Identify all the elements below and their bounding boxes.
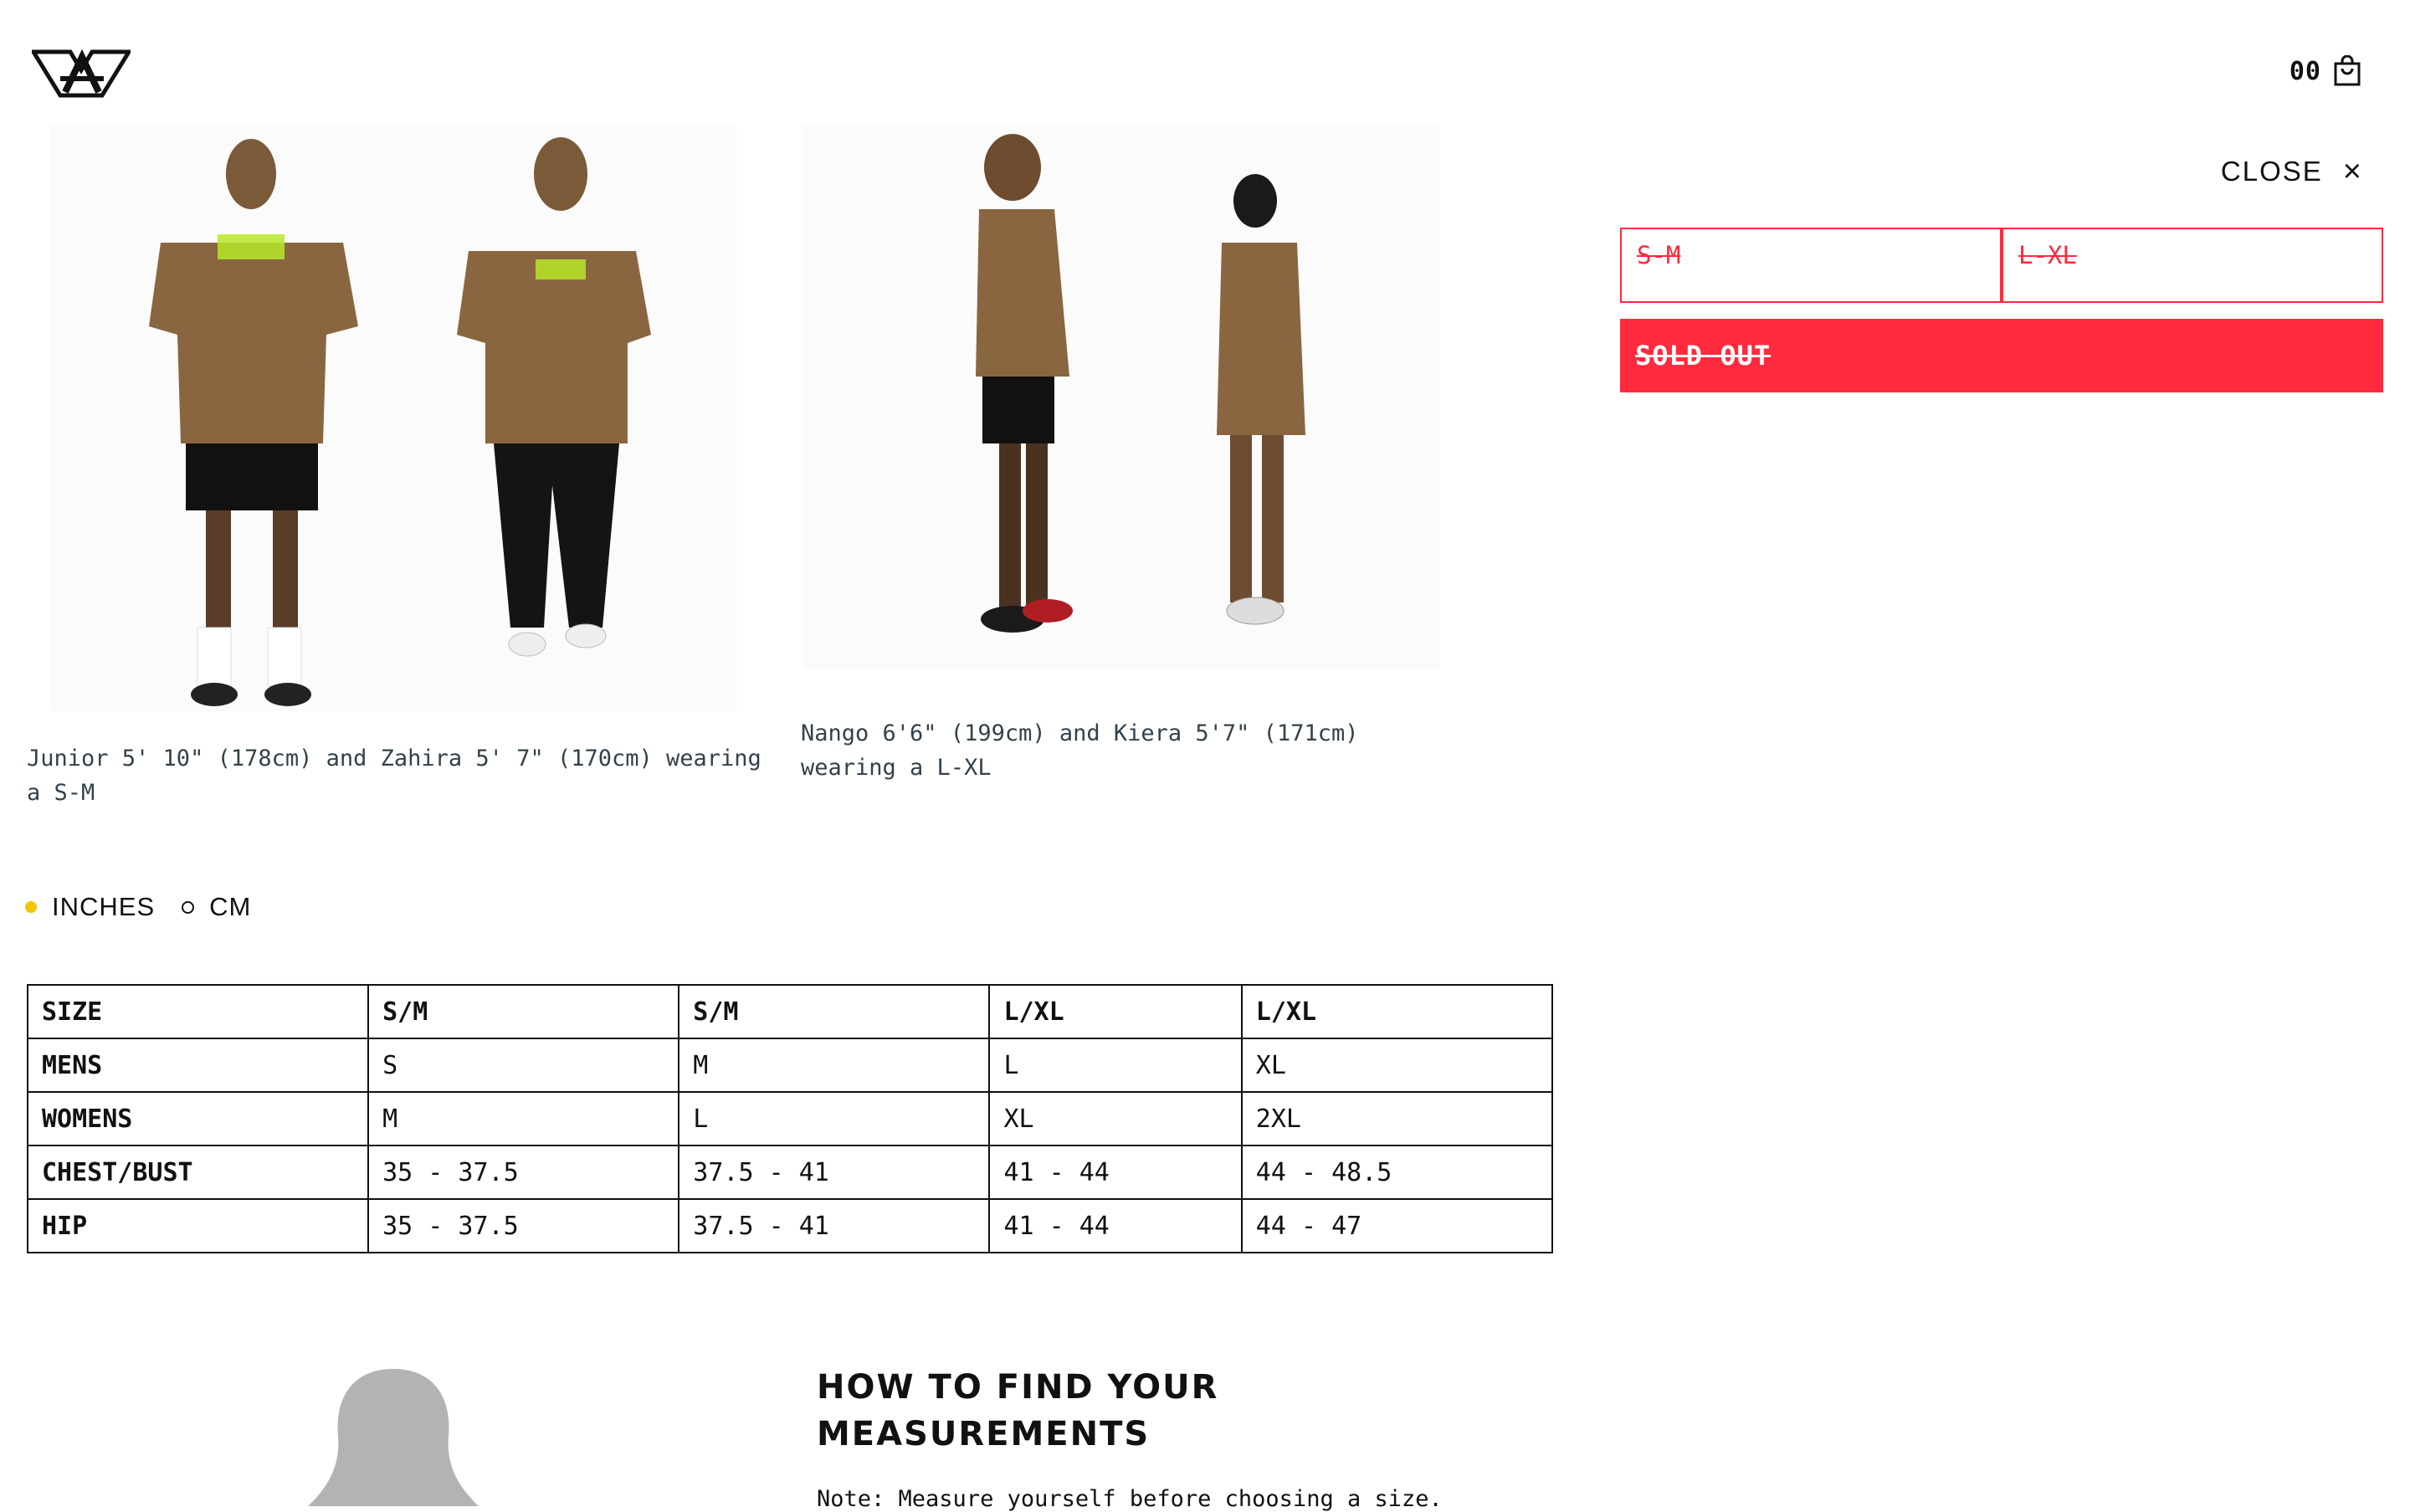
table-cell: 35 - 37.5 xyxy=(367,1145,680,1200)
close-label: CLOSE xyxy=(2220,156,2323,187)
table-cell: 44 - 48.5 xyxy=(1240,1145,1554,1200)
radio-selected-icon xyxy=(25,901,37,913)
table-cell: XL xyxy=(1240,1038,1554,1093)
sold-out-button[interactable]: SOLD OUT xyxy=(1620,319,2383,392)
table-cell: L/XL xyxy=(1240,984,1554,1039)
table-cell: HIP xyxy=(26,1198,370,1253)
table-cell: L xyxy=(988,1038,1243,1093)
table-row: CHEST/BUST 35 - 37.5 37.5 - 41 41 - 44 4… xyxy=(26,1145,1554,1200)
table-row: HIP 35 - 37.5 37.5 - 41 41 - 44 44 - 47 xyxy=(26,1198,1554,1253)
cart-button[interactable]: 00 xyxy=(2290,55,2361,87)
table-cell: 37.5 - 41 xyxy=(678,1198,991,1253)
models-back-view-image xyxy=(149,137,651,706)
size-selector: S-M L-XL xyxy=(1620,228,2383,303)
table-row: SIZE S/M S/M L/XL L/XL xyxy=(26,984,1554,1039)
table-cell: XL xyxy=(988,1091,1243,1146)
table-cell: S xyxy=(367,1038,680,1093)
table-cell: CHEST/BUST xyxy=(26,1145,370,1200)
unit-label-cm: CM xyxy=(209,892,252,921)
unit-toggle: INCHES CM xyxy=(25,892,278,922)
table-cell: 41 - 44 xyxy=(988,1145,1243,1200)
table-cell: SIZE xyxy=(26,984,370,1039)
table-row: MENS S M L XL xyxy=(26,1038,1554,1093)
unit-option-cm[interactable]: CM xyxy=(182,892,251,922)
table-cell: M xyxy=(367,1091,680,1146)
close-icon: × xyxy=(2342,154,2361,189)
table-row: WOMENS M L XL 2XL xyxy=(26,1091,1554,1146)
table-cell: S/M xyxy=(367,984,680,1039)
model-photo-front-back xyxy=(50,126,736,711)
table-cell: WOMENS xyxy=(26,1091,370,1146)
brand-logo[interactable] xyxy=(32,47,131,99)
table-cell: 37.5 - 41 xyxy=(678,1145,991,1200)
cart-count: 00 xyxy=(2289,56,2321,86)
radio-unselected-icon xyxy=(182,900,195,914)
models-side-view-image xyxy=(976,134,1305,633)
table-cell: L xyxy=(678,1091,991,1146)
table-cell: MENS xyxy=(26,1038,370,1093)
table-cell: 35 - 37.5 xyxy=(367,1198,680,1253)
table-cell: 44 - 47 xyxy=(1240,1198,1554,1253)
table-cell: M xyxy=(678,1038,991,1093)
table-cell: 41 - 44 xyxy=(988,1198,1243,1253)
photo-caption-a: Junior 5' 10" (178cm) and Zahira 5' 7" (… xyxy=(27,746,761,806)
model-photo-side xyxy=(803,126,1439,669)
size-chart-table: SIZE S/M S/M L/XL L/XL MENS S M L XL WOM… xyxy=(26,984,1554,1253)
table-cell: 2XL xyxy=(1240,1091,1554,1146)
close-button[interactable]: CLOSE × xyxy=(2221,156,2361,187)
unit-label-inches: INCHES xyxy=(52,892,156,921)
body-silhouette-icon xyxy=(308,1369,479,1506)
measurement-guide-note: Note: Measure yourself before choosing a… xyxy=(817,1486,1443,1512)
size-option-s-m[interactable]: S-M xyxy=(1620,228,2002,303)
table-cell: S/M xyxy=(678,984,991,1039)
table-cell: L/XL xyxy=(988,984,1243,1039)
shopping-bag-icon xyxy=(2334,55,2361,86)
size-option-l-xl[interactable]: L-XL xyxy=(2002,228,2383,303)
photo-caption-b: Nango 6'6" (199cm) and Kiera 5'7" (171cm… xyxy=(801,720,1359,781)
unit-option-inches[interactable]: INCHES xyxy=(25,892,155,922)
measurement-guide-title: HOW TO FIND YOUR MEASUREMENTS xyxy=(817,1368,1219,1453)
